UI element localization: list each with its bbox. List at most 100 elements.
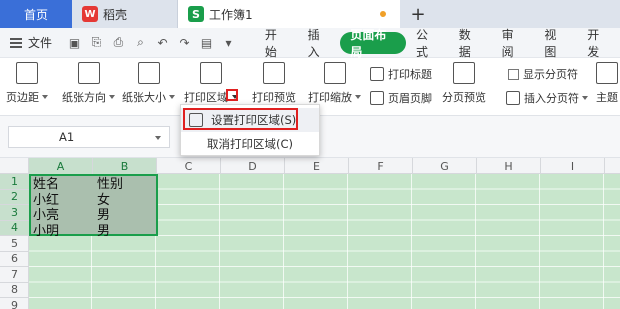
print-area-label: 打印区域 [184, 91, 228, 104]
print-scale-button[interactable]: 打印缩放 [308, 62, 361, 105]
paper-size-label: 纸张大小 [122, 91, 166, 104]
margins-label: 页边距 [6, 91, 39, 104]
tab-data[interactable]: 数据 [449, 28, 492, 59]
paper-size-icon [137, 62, 160, 84]
print-area-icon [200, 62, 222, 84]
tab-view[interactable]: 视图 [534, 28, 577, 59]
row-header[interactable]: 7 [0, 267, 29, 283]
tab-daoke[interactable]: W 稻壳 [72, 0, 178, 28]
tab-daoke-label: 稻壳 [103, 7, 128, 22]
name-box[interactable]: A1 [8, 126, 170, 148]
orientation-icon [77, 62, 100, 84]
redo-icon[interactable]: ↷ [176, 35, 192, 51]
row-header[interactable]: 4 [0, 220, 29, 236]
quick-access-toolbar: ▣ ⎘ ⎙ ⌕ ↶ ↷ ▤ ▾ [60, 35, 254, 51]
set-print-area-highlight [183, 108, 298, 130]
print-area-dropdown: 设置打印区域(S) 取消打印区域(C) [180, 104, 320, 156]
cell-a4[interactable]: 小明 [33, 222, 59, 239]
format-painter-icon[interactable]: ▤ [198, 35, 214, 51]
paper-size-button[interactable]: 纸张大小 [122, 62, 175, 105]
row-headers: 1 2 3 4 5 6 7 8 9 [0, 174, 29, 309]
daoke-logo-icon: W [82, 6, 98, 22]
cell-b4[interactable]: 男 [97, 222, 110, 239]
header-footer-label: 页眉页脚 [388, 92, 432, 105]
row-header[interactable]: 2 [0, 189, 29, 205]
theme-button[interactable]: 主题 [596, 62, 618, 105]
new-tab-button[interactable]: + [400, 0, 436, 28]
page-break-preview-label: 分页预览 [442, 91, 486, 104]
tab-formulas[interactable]: 公式 [406, 28, 449, 59]
column-header[interactable]: I [541, 158, 605, 174]
theme-label: 主题 [596, 91, 618, 104]
column-header[interactable]: B [93, 158, 157, 174]
chevron-down-icon [169, 95, 175, 99]
print-preview-icon [263, 62, 285, 84]
window-tab-bar: 首页 W 稻壳 S 工作簿1 + [0, 0, 620, 28]
column-header[interactable]: C [157, 158, 221, 174]
unsaved-dot-icon [380, 11, 386, 17]
tab-home-label: 首页 [23, 7, 48, 22]
row-header[interactable]: 1 [0, 174, 29, 190]
column-header[interactable]: E [285, 158, 349, 174]
row-header[interactable]: 8 [0, 283, 29, 298]
cancel-print-area-label: 取消打印区域(C) [206, 137, 293, 151]
print-titles-button[interactable]: 打印标题 [370, 66, 432, 82]
theme-icon [596, 62, 618, 84]
tab-page-layout[interactable]: 页面布局 [340, 28, 406, 59]
file-menu-button[interactable]: 文件 [0, 34, 60, 51]
insert-page-break-label: 插入分页符 [524, 92, 579, 105]
tab-developer[interactable]: 开发 [577, 28, 620, 59]
print-preview-label: 打印预览 [252, 91, 296, 104]
header-footer-button[interactable]: 页眉页脚 [370, 90, 432, 106]
tab-review[interactable]: 审阅 [492, 28, 535, 59]
hamburger-icon [10, 37, 22, 48]
column-header[interactable]: A [29, 158, 93, 174]
header-footer-icon [370, 91, 384, 105]
chevron-down-icon [582, 96, 588, 100]
menu-row: 文件 ▣ ⎘ ⎙ ⌕ ↶ ↷ ▤ ▾ 开始 插入 页面布局 公式 数据 审阅 视… [0, 28, 620, 59]
insert-page-break-icon [506, 91, 520, 105]
margins-button[interactable]: 页边距 [6, 62, 48, 105]
chevron-down-icon[interactable]: ▾ [220, 35, 236, 51]
chevron-down-icon [109, 95, 115, 99]
page-break-preview-icon [453, 62, 475, 84]
row-header[interactable]: 6 [0, 252, 29, 267]
tab-insert[interactable]: 插入 [298, 28, 341, 59]
page-break-preview-button[interactable]: 分页预览 [442, 62, 486, 105]
tab-start[interactable]: 开始 [255, 28, 298, 59]
row-header[interactable]: 9 [0, 298, 29, 309]
chevron-down-icon [355, 95, 361, 99]
select-all-corner[interactable] [0, 158, 29, 174]
column-header[interactable]: D [221, 158, 285, 174]
margins-icon [16, 62, 38, 84]
column-headers: A B C D E F G H I [0, 158, 620, 174]
print-area-dropdown-highlight [226, 89, 238, 101]
export-pdf-icon[interactable]: ⎘ [88, 35, 104, 51]
orientation-label: 纸张方向 [62, 91, 106, 104]
row-header[interactable]: 5 [0, 236, 29, 252]
show-page-breaks-checkbox[interactable]: 显示分页符 [508, 66, 578, 82]
checkbox-icon [508, 68, 519, 80]
row-header[interactable]: 3 [0, 205, 29, 221]
orientation-button[interactable]: 纸张方向 [62, 62, 115, 105]
chevron-down-icon[interactable] [155, 136, 161, 140]
undo-icon[interactable]: ↶ [154, 35, 170, 51]
column-header[interactable]: F [349, 158, 413, 174]
print-titles-label: 打印标题 [388, 68, 432, 81]
insert-page-break-button[interactable]: 插入分页符 [506, 90, 588, 106]
column-header[interactable]: H [477, 158, 541, 174]
ribbon-tabs: 开始 插入 页面布局 公式 数据 审阅 视图 开发 [255, 28, 620, 59]
file-menu-label: 文件 [28, 36, 53, 50]
print-icon[interactable]: ⎙ [110, 35, 126, 51]
cancel-print-area-menu-item[interactable]: 取消打印区域(C) [181, 132, 319, 156]
print-preview-button[interactable]: 打印预览 [252, 62, 296, 105]
tab-home[interactable]: 首页 [0, 0, 72, 28]
print-preview-icon[interactable]: ⌕ [132, 35, 148, 51]
save-icon[interactable]: ▣ [66, 35, 82, 51]
tab-workbook-label: 工作簿1 [209, 7, 253, 22]
spreadsheet-grid: A B C D E F G H I 1 2 3 4 5 6 7 8 9 姓名 性… [0, 158, 620, 309]
print-scale-label: 打印缩放 [308, 91, 352, 104]
column-header[interactable]: G [413, 158, 477, 174]
tab-workbook[interactable]: S 工作簿1 [178, 0, 400, 28]
chevron-down-icon [42, 95, 48, 99]
